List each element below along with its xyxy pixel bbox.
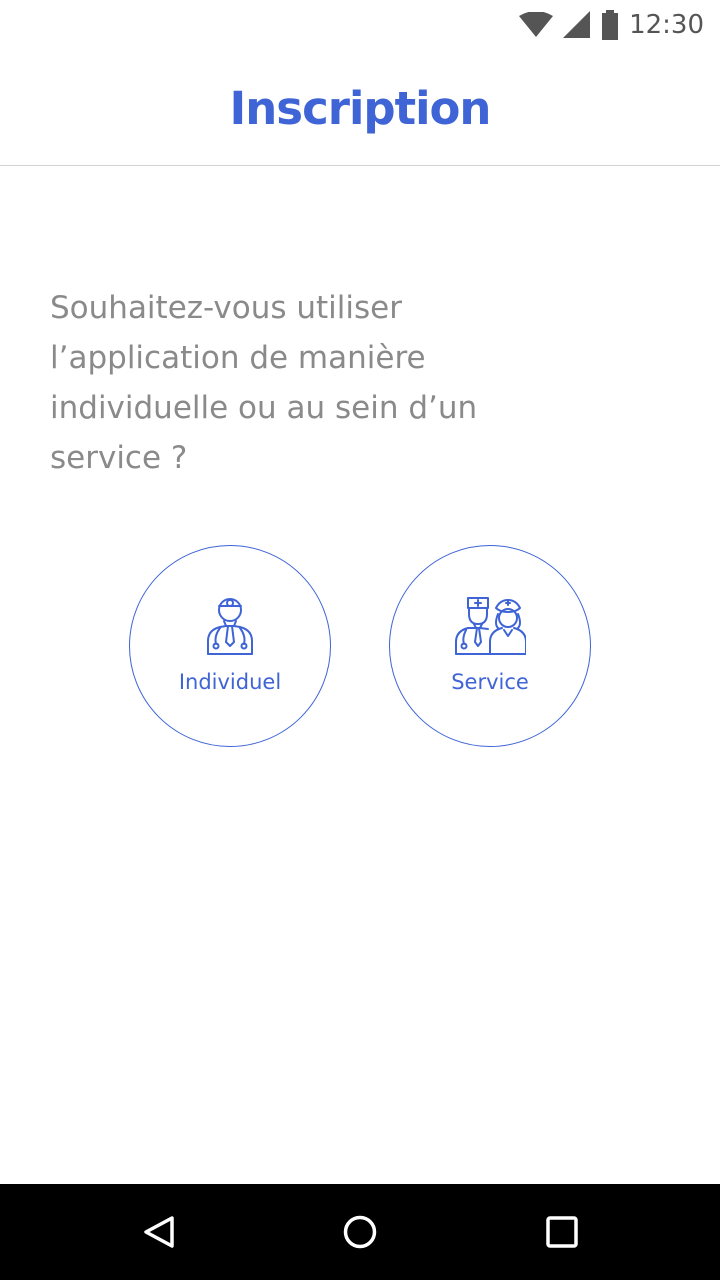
home-icon — [343, 1215, 377, 1249]
status-icons: 12:30 — [519, 8, 704, 42]
wifi-icon — [519, 12, 554, 37]
battery-icon — [602, 10, 619, 40]
back-icon — [144, 1216, 174, 1248]
recent-apps-icon — [546, 1216, 578, 1248]
signal-icon — [563, 11, 591, 38]
service-label: Service — [451, 670, 529, 694]
question-text: Souhaitez-vous utiliser l’application de… — [50, 290, 478, 476]
doctor-icon — [130, 594, 330, 656]
home-button[interactable] — [340, 1212, 380, 1252]
back-button[interactable] — [140, 1212, 180, 1252]
navigation-bar — [0, 1184, 720, 1280]
app-header: Inscription — [0, 50, 720, 166]
recent-apps-button[interactable] — [542, 1212, 582, 1252]
individuel-label: Individuel — [178, 670, 282, 694]
individuel-button[interactable]: Individuel — [129, 545, 331, 747]
medical-team-icon — [390, 594, 590, 656]
status-time: 12:30 — [629, 10, 704, 40]
service-button[interactable]: Service — [389, 545, 591, 747]
status-bar: 12:30 — [0, 0, 720, 50]
page-title: Inscription — [229, 82, 492, 135]
